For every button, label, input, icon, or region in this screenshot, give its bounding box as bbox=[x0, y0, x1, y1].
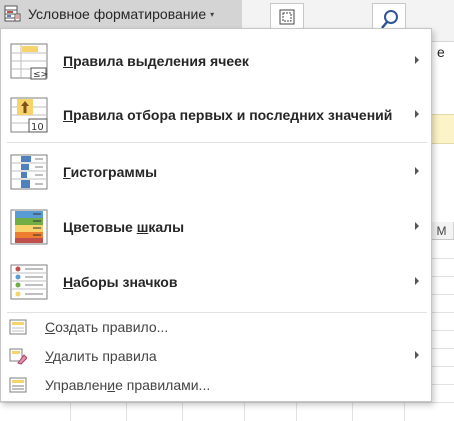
conditional-formatting-menu: ≤> Правила выделения ячеек 10 Правила от… bbox=[0, 28, 432, 402]
conditional-formatting-icon bbox=[4, 5, 21, 22]
submenu-arrow-icon bbox=[415, 110, 419, 118]
menu-item-top-bottom-rules[interactable]: 10 Правила отбора первых и последних зна… bbox=[5, 89, 429, 141]
menu-item-label: Наборы значков bbox=[63, 274, 178, 290]
menu-item-data-bars[interactable]: Гистограммы bbox=[5, 146, 429, 198]
submenu-arrow-icon bbox=[415, 56, 419, 64]
menu-item-label: Создать правило... bbox=[45, 319, 169, 335]
manage-rules-icon bbox=[9, 377, 27, 393]
menu-item-clear-rules[interactable]: Удалить правила bbox=[5, 343, 429, 369]
highlighted-cell-strip bbox=[430, 114, 454, 144]
highlight-cells-rules-icon: ≤> bbox=[10, 43, 48, 80]
data-bars-icon bbox=[10, 154, 48, 190]
color-scales-icon bbox=[10, 209, 48, 245]
menu-item-label: Цветовые шкалы bbox=[63, 219, 185, 235]
submenu-arrow-icon bbox=[415, 167, 419, 175]
chevron-down-icon: ▾ bbox=[210, 9, 215, 19]
menu-item-label: Правила отбора первых и последних значен… bbox=[63, 107, 393, 123]
menu-item-new-rule[interactable]: Создать правило... bbox=[5, 314, 429, 340]
menu-separator bbox=[7, 312, 427, 313]
submenu-arrow-icon bbox=[415, 277, 419, 285]
menu-item-label: Правила выделения ячеек bbox=[63, 53, 249, 69]
menu-item-icon-sets[interactable]: Наборы значков bbox=[5, 256, 429, 308]
menu-item-color-scales[interactable]: Цветовые шкалы bbox=[5, 201, 429, 253]
ten-glyph: 10 bbox=[31, 122, 44, 133]
menu-item-label: Управление правилами... bbox=[45, 377, 211, 393]
submenu-arrow-icon bbox=[415, 222, 419, 230]
less-greater-glyph: ≤> bbox=[33, 70, 48, 80]
grid-line bbox=[0, 402, 454, 403]
menu-item-label: Гистограммы bbox=[63, 164, 158, 180]
menu-item-label: Удалить правила bbox=[45, 348, 157, 364]
column-header-m[interactable]: М bbox=[430, 222, 454, 240]
icon-sets-icon bbox=[10, 264, 48, 300]
new-rule-icon bbox=[9, 319, 27, 335]
ribbon-side-text: е bbox=[437, 44, 445, 60]
menu-item-highlight-cells-rules[interactable]: ≤> Правила выделения ячеек bbox=[5, 35, 429, 87]
menu-item-manage-rules[interactable]: Управление правилами... bbox=[5, 372, 429, 398]
menu-separator bbox=[7, 142, 427, 143]
top-bottom-rules-icon: 10 bbox=[10, 97, 48, 133]
submenu-arrow-icon bbox=[415, 351, 419, 359]
conditional-formatting-label: Условное форматирование bbox=[28, 6, 207, 22]
clear-rules-icon bbox=[9, 348, 27, 365]
conditional-formatting-button[interactable]: Условное форматирование ▾ bbox=[0, 0, 242, 28]
